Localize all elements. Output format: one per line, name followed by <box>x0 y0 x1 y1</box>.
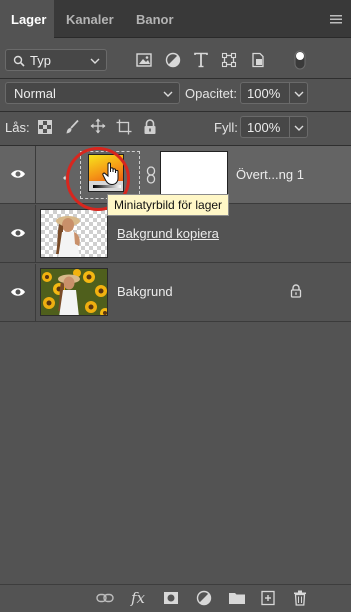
filter-kind-label: Typ <box>30 53 51 68</box>
chevron-down-icon <box>294 125 304 131</box>
add-mask-icon[interactable] <box>163 590 179 606</box>
layer-style-button[interactable]: fx <box>131 589 145 607</box>
new-layer-icon[interactable] <box>261 590 275 606</box>
lock-position-icon[interactable] <box>90 118 106 134</box>
layer-name[interactable]: Bakgrund kopiera <box>117 226 219 241</box>
sunflower-field-image <box>41 269 107 315</box>
opacity-input[interactable]: 100% <box>240 82 290 104</box>
lock-artboard-icon[interactable] <box>116 119 132 135</box>
tab-kanaler[interactable]: Kanaler <box>58 0 126 38</box>
filter-toggle-switch[interactable] <box>294 50 306 70</box>
smart-object-filter-icon[interactable] <box>250 52 266 68</box>
tab-banor[interactable]: Banor <box>128 0 182 38</box>
lock-transparent-pixels-icon[interactable] <box>38 120 52 134</box>
filter-kind-select[interactable]: Typ <box>5 49 107 71</box>
trash-icon[interactable] <box>293 590 307 606</box>
adjustment-filter-icon[interactable] <box>165 52 181 68</box>
tab-banor-label: Banor <box>136 12 174 27</box>
image-filter-icon[interactable] <box>136 53 152 67</box>
divider <box>0 78 351 79</box>
chevron-down-icon <box>163 91 173 97</box>
fill-dropdown-button[interactable] <box>290 116 308 138</box>
panel-tab-bar: Lager Kanaler Banor <box>0 0 351 39</box>
opacity-value: 100% <box>247 86 281 101</box>
eye-icon[interactable] <box>10 227 26 239</box>
fill-label: Fyll: <box>214 120 238 135</box>
thumbnail-tooltip: Miniatyrbild för lager <box>107 194 230 216</box>
group-folder-icon[interactable] <box>228 590 246 606</box>
search-icon <box>13 55 25 67</box>
opacity-label: Opacitet: <box>185 86 238 101</box>
fill-value: 100% <box>247 120 281 135</box>
text-filter-icon[interactable] <box>193 52 209 68</box>
fill-input[interactable]: 100% <box>240 116 290 138</box>
blend-mode-select[interactable]: Normal <box>5 82 180 104</box>
tab-lager-label: Lager <box>11 12 47 27</box>
adjustment-layer-icon[interactable] <box>196 590 212 606</box>
link-layers-icon[interactable] <box>96 590 114 606</box>
lock-label: Lås: <box>5 120 30 135</box>
opacity-dropdown-button[interactable] <box>290 82 308 104</box>
chevron-down-icon <box>90 58 100 64</box>
blend-mode-label: Normal <box>14 86 56 101</box>
layer-row-bakgrund[interactable]: Bakgrund <box>0 264 351 322</box>
layer-thumbnail[interactable] <box>40 209 108 258</box>
tab-lager[interactable]: Lager <box>0 0 54 39</box>
eye-icon[interactable] <box>10 168 26 180</box>
mask-link-icon[interactable] <box>146 166 156 184</box>
panel-menu-icon[interactable] <box>329 12 343 26</box>
layer-name[interactable]: Bakgrund <box>117 284 173 299</box>
layers-bottom-toolbar: fx <box>0 584 351 612</box>
tab-kanaler-label: Kanaler <box>66 12 114 27</box>
lock-all-icon[interactable] <box>143 119 157 135</box>
lock-image-pixels-icon[interactable] <box>64 119 80 135</box>
layer-name[interactable]: Övert...ng 1 <box>236 167 304 182</box>
woman-cutout-image <box>56 216 80 257</box>
shape-filter-icon[interactable] <box>221 52 237 68</box>
divider <box>0 111 351 112</box>
layer-mask-thumbnail[interactable] <box>160 151 228 199</box>
lock-icon <box>290 284 302 298</box>
eye-icon[interactable] <box>10 286 26 298</box>
layer-thumbnail[interactable] <box>40 268 108 316</box>
chevron-down-icon <box>294 91 304 97</box>
